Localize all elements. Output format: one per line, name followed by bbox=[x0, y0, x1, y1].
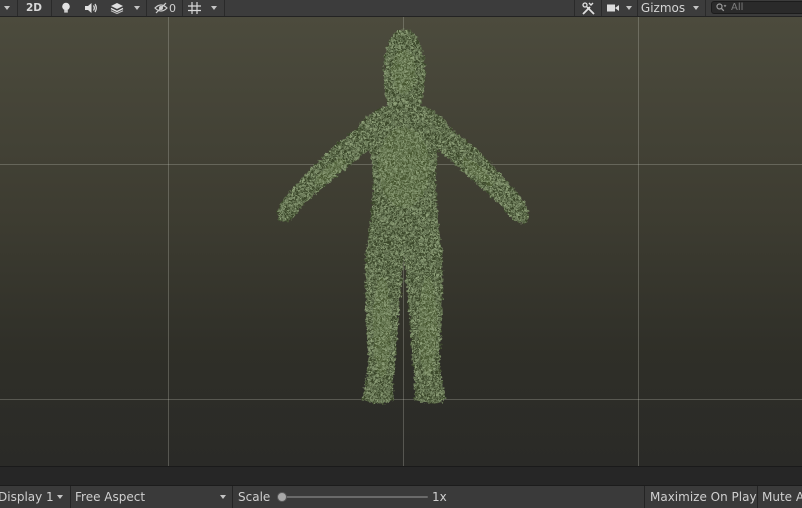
scene-viewport[interactable] bbox=[0, 17, 802, 466]
effects-toggle[interactable] bbox=[105, 0, 129, 16]
toggle-2d-button[interactable]: 2D bbox=[19, 0, 49, 16]
scale-value-text: 1x bbox=[432, 490, 447, 504]
gizmos-label: Gizmos bbox=[640, 1, 686, 15]
aspect-dropdown[interactable]: Free Aspect bbox=[75, 486, 230, 508]
scale-label: Scale bbox=[238, 486, 270, 508]
toggle-2d-label: 2D bbox=[25, 2, 43, 14]
lighting-toggle[interactable] bbox=[55, 0, 77, 16]
effects-dropdown[interactable] bbox=[130, 0, 144, 16]
search-placeholder: All bbox=[731, 2, 744, 13]
maximize-on-play-toggle[interactable]: Maximize On Play bbox=[650, 486, 757, 508]
lightbulb-icon bbox=[62, 2, 70, 13]
gizmos-button[interactable]: Gizmos bbox=[639, 0, 687, 16]
camera-settings-dropdown[interactable] bbox=[622, 0, 636, 16]
camera-settings-button[interactable] bbox=[604, 0, 622, 16]
speaker-icon bbox=[85, 3, 97, 13]
layers-icon bbox=[110, 3, 124, 14]
tools-icon bbox=[581, 1, 595, 15]
search-icon bbox=[716, 3, 727, 12]
eye-slash-icon bbox=[154, 2, 168, 14]
camera-icon bbox=[607, 4, 619, 12]
mute-audio-toggle[interactable]: Mute A bbox=[762, 486, 802, 508]
grid-toggle[interactable] bbox=[184, 0, 204, 16]
scale-slider-handle[interactable] bbox=[277, 492, 287, 502]
display-label: Display 1 bbox=[0, 490, 54, 504]
hidden-object-count: 0 bbox=[169, 1, 176, 15]
foliage-character-model[interactable] bbox=[270, 27, 534, 407]
tools-button[interactable] bbox=[577, 0, 599, 16]
chevron-down-icon bbox=[211, 6, 217, 10]
maximize-on-play-label: Maximize On Play bbox=[650, 490, 757, 504]
grid-icon bbox=[187, 2, 201, 14]
game-view-toolbar: Display 1 Free Aspect Scale 1x Maximize … bbox=[0, 485, 802, 508]
scale-value: 1x bbox=[432, 486, 447, 508]
chevron-down-icon bbox=[220, 495, 226, 499]
display-dropdown[interactable]: Display 1 bbox=[0, 486, 68, 508]
scale-slider-track[interactable] bbox=[282, 496, 428, 498]
chevron-down-icon bbox=[693, 6, 699, 10]
mute-audio-label: Mute A bbox=[762, 490, 802, 504]
scale-label-text: Scale bbox=[238, 490, 271, 504]
toolbar-dropdown-arrow[interactable] bbox=[0, 0, 14, 16]
gizmos-dropdown[interactable] bbox=[689, 0, 703, 16]
chevron-down-icon bbox=[626, 6, 632, 10]
aspect-label: Free Aspect bbox=[75, 490, 146, 504]
panel-divider bbox=[0, 466, 802, 485]
scene-visibility-toggle[interactable]: 0 bbox=[150, 0, 180, 16]
scene-toolbar: 2D 0 Gizmos All bbox=[0, 0, 802, 17]
grid-dropdown[interactable] bbox=[206, 0, 222, 16]
chevron-down-icon bbox=[4, 6, 10, 10]
chevron-down-icon bbox=[57, 495, 63, 499]
audio-toggle[interactable] bbox=[80, 0, 102, 16]
chevron-down-icon bbox=[134, 6, 140, 10]
scene-search-field[interactable]: All bbox=[711, 1, 802, 14]
